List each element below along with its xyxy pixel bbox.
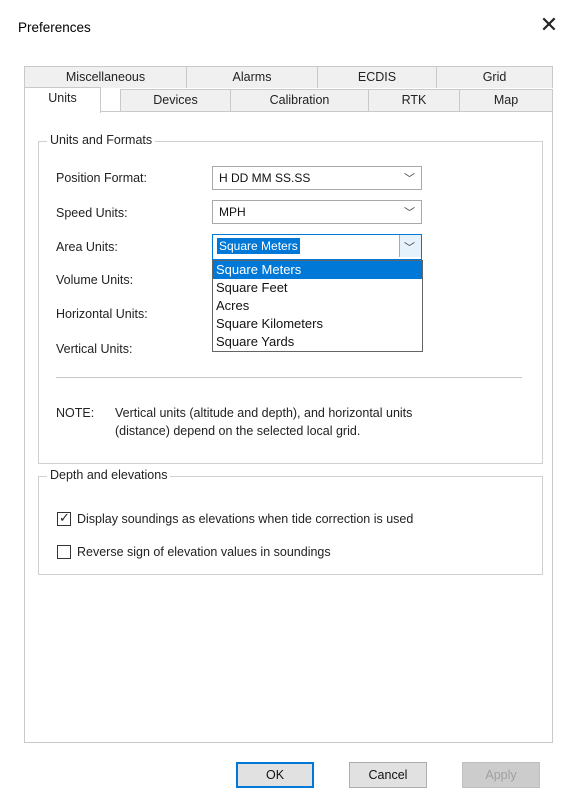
option-square-meters[interactable]: Square Meters <box>213 261 422 279</box>
option-square-yards[interactable]: Square Yards <box>213 333 422 351</box>
display-soundings-checkbox[interactable]: ✓ <box>57 510 71 526</box>
speed-units-label: Speed Units: <box>56 206 128 220</box>
tab-alarms[interactable]: Alarms <box>186 66 318 88</box>
tab-row-front: Units Devices Calibration RTK Map <box>24 87 553 113</box>
area-units-value: Square Meters <box>217 238 300 254</box>
chevron-down-icon: ﹀ <box>404 242 415 254</box>
cancel-button[interactable]: Cancel <box>349 762 427 788</box>
display-soundings-label[interactable]: Display soundings as elevations when tid… <box>77 512 413 526</box>
divider <box>56 377 522 379</box>
tab-map[interactable]: Map <box>459 89 553 111</box>
area-units-label: Area Units: <box>56 240 118 254</box>
tab-row-back: Miscellaneous Alarms ECDIS Grid <box>24 66 553 88</box>
chevron-down-icon: ﹀ <box>404 207 415 219</box>
tab-units[interactable]: Units <box>24 87 101 113</box>
tab-ecdis[interactable]: ECDIS <box>317 66 437 88</box>
reverse-sign-checkbox[interactable] <box>57 545 71 559</box>
ok-button[interactable]: OK <box>236 762 314 788</box>
position-format-label: Position Format: <box>56 171 148 185</box>
area-units-select[interactable]: Square Meters ﹀ <box>212 234 422 260</box>
speed-units-select[interactable]: MPH ﹀ <box>212 200 422 224</box>
tab-rtk[interactable]: RTK <box>368 89 460 111</box>
area-units-dropdown-list: Square Meters Square Feet Acres Square K… <box>212 260 423 352</box>
tab-calibration[interactable]: Calibration <box>230 89 369 111</box>
position-format-value: H DD MM SS.SS <box>219 171 311 185</box>
option-square-kilometers[interactable]: Square Kilometers <box>213 315 422 333</box>
chevron-down-icon: ﹀ <box>404 173 415 185</box>
horizontal-units-label: Horizontal Units: <box>56 307 148 321</box>
reverse-sign-label[interactable]: Reverse sign of elevation values in soun… <box>77 545 331 559</box>
position-format-select[interactable]: H DD MM SS.SS ﹀ <box>212 166 422 190</box>
checkmark-icon: ✓ <box>59 510 70 525</box>
title-bar: Preferences ✕ <box>0 0 566 56</box>
tab-miscellaneous[interactable]: Miscellaneous <box>24 66 187 88</box>
depth-elevations-title: Depth and elevations <box>47 468 171 482</box>
vertical-units-label: Vertical Units: <box>56 342 133 356</box>
note-label: NOTE: <box>56 406 95 420</box>
speed-units-value: MPH <box>219 205 246 219</box>
note-text-line1: Vertical units (altitude and depth), and… <box>115 406 413 420</box>
apply-button: Apply <box>462 762 540 788</box>
units-formats-title: Units and Formats <box>47 133 156 147</box>
window-title: Preferences <box>18 20 91 35</box>
close-icon[interactable]: ✕ <box>537 13 561 37</box>
option-acres[interactable]: Acres <box>213 297 422 315</box>
tab-devices[interactable]: Devices <box>120 89 231 111</box>
volume-units-label: Volume Units: <box>56 273 134 287</box>
note-text-line2: (distance) depend on the selected local … <box>115 424 361 438</box>
tab-grid[interactable]: Grid <box>436 66 553 88</box>
option-square-feet[interactable]: Square Feet <box>213 279 422 297</box>
